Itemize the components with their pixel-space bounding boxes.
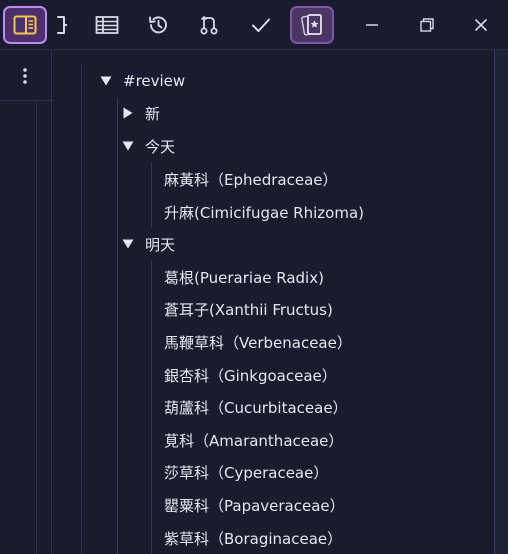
tree-item[interactable]: 莧科（Amaranthaceae） bbox=[164, 424, 343, 456]
close-icon bbox=[473, 17, 489, 33]
tree-item[interactable]: 紫草科（Boraginaceae） bbox=[164, 522, 342, 554]
tree-item[interactable]: 馬鞭草科（Verbenaceae） bbox=[164, 326, 352, 358]
tree-item-label: 葛根(Puerariae Radix) bbox=[164, 268, 324, 287]
git-branch-button[interactable] bbox=[187, 6, 231, 44]
caret-down-icon bbox=[121, 139, 135, 153]
table-icon bbox=[95, 15, 119, 35]
bracket-icon bbox=[55, 14, 69, 36]
kebab-menu-icon bbox=[22, 67, 28, 85]
caret-down-icon bbox=[99, 74, 113, 88]
tree-root-label: #review bbox=[123, 72, 186, 90]
tree-item[interactable]: 升麻(Cimicifugae Rhizoma) bbox=[164, 196, 364, 228]
left-rail bbox=[0, 50, 52, 554]
tree-item-label: 升麻(Cimicifugae Rhizoma) bbox=[164, 203, 364, 222]
git-branch-icon bbox=[198, 14, 220, 36]
tree-guide-line bbox=[151, 260, 152, 554]
tree-item-label: 麻黃科（Ephedraceae） bbox=[164, 170, 338, 189]
tree-group-label: 明天 bbox=[145, 235, 176, 254]
sidebar-toggle-icon bbox=[13, 15, 37, 35]
tree-item[interactable]: 罌粟科（Papaveraceae） bbox=[164, 489, 345, 521]
tree-item[interactable]: 葫蘆科（Cucurbitaceae） bbox=[164, 391, 348, 423]
tree-item[interactable]: 銀杏科（Ginkgoaceae） bbox=[164, 359, 337, 391]
tree-item[interactable]: 蒼耳子(Xanthii Fructus) bbox=[164, 293, 333, 325]
vertical-scrollbar[interactable] bbox=[494, 50, 508, 554]
tree-root-review[interactable]: #review bbox=[99, 65, 185, 97]
tree-item-label: 銀杏科（Ginkgoaceae） bbox=[164, 366, 337, 385]
history-button[interactable] bbox=[136, 6, 180, 44]
tree-item-label: 馬鞭草科（Verbenaceae） bbox=[164, 333, 352, 352]
tree-group-new[interactable]: 新 bbox=[121, 97, 160, 129]
tree-item-label: 葫蘆科（Cucurbitaceae） bbox=[164, 398, 348, 417]
tree-group-today[interactable]: 今天 bbox=[121, 130, 175, 162]
toolbar bbox=[0, 0, 508, 50]
rail-guide-line bbox=[36, 101, 37, 554]
rail-divider bbox=[0, 100, 51, 101]
restore-button[interactable] bbox=[405, 6, 449, 44]
caret-right-icon bbox=[121, 106, 135, 120]
bracket-button[interactable] bbox=[40, 6, 84, 44]
minimize-icon bbox=[364, 17, 380, 33]
restore-icon bbox=[419, 17, 435, 33]
kebab-menu-button[interactable] bbox=[15, 64, 35, 88]
tree-item-label: 紫草科（Boraginaceae） bbox=[164, 529, 343, 548]
tree-item[interactable]: 莎草科（Cyperaceae） bbox=[164, 456, 328, 488]
table-button[interactable] bbox=[85, 6, 129, 44]
close-button[interactable] bbox=[459, 6, 503, 44]
tree-group-label: 今天 bbox=[145, 137, 176, 156]
tree-guide-line bbox=[151, 162, 152, 228]
tree-group-tomorrow[interactable]: 明天 bbox=[121, 228, 175, 260]
tree-item-label: 罌粟科（Papaveraceae） bbox=[164, 496, 345, 515]
caret-down-icon bbox=[121, 237, 135, 251]
review-tree: #review 新 今天 麻黃科（Ephedraceae） 升麻(Cimicif… bbox=[81, 64, 494, 554]
flashcard-icon bbox=[300, 12, 324, 38]
tree-item-label: 蒼耳子(Xanthii Fructus) bbox=[164, 300, 333, 319]
check-icon bbox=[250, 14, 272, 36]
tree-item-label: 莧科（Amaranthaceae） bbox=[164, 431, 344, 450]
history-icon bbox=[147, 14, 169, 36]
flashcard-button[interactable] bbox=[290, 6, 334, 44]
check-button[interactable] bbox=[239, 6, 283, 44]
tree-group-label: 新 bbox=[145, 104, 161, 123]
tree-item[interactable]: 葛根(Puerariae Radix) bbox=[164, 261, 324, 293]
minimize-button[interactable] bbox=[350, 6, 394, 44]
tree-item[interactable]: 麻黃科（Ephedraceae） bbox=[164, 163, 338, 195]
tree-item-label: 莎草科（Cyperaceae） bbox=[164, 463, 329, 482]
tree-guide-line bbox=[117, 98, 118, 554]
